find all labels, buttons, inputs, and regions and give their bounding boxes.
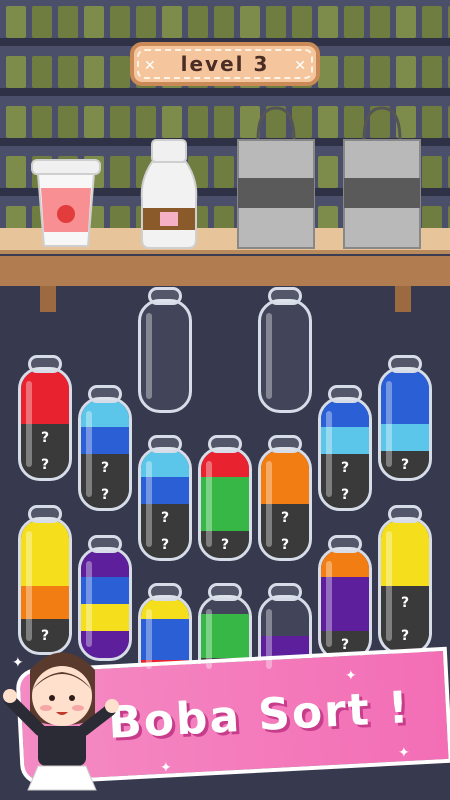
shelf-can	[422, 56, 442, 88]
counter-front	[0, 256, 450, 286]
bottle-gloss	[26, 381, 32, 467]
bottle-neck	[148, 435, 182, 453]
counter-leg	[40, 286, 56, 312]
bottle-gloss	[266, 461, 272, 547]
shelf-can	[32, 6, 52, 38]
shelf-can	[110, 56, 130, 88]
bottle-neck	[388, 505, 422, 523]
shelf-can	[396, 56, 416, 88]
bottle[interactable]: ??	[378, 505, 432, 655]
milk-tea-bottle-icon	[140, 139, 198, 249]
bottle-neck	[388, 355, 422, 373]
sparkle-icon: ✦	[398, 745, 410, 761]
bottle-gloss	[146, 609, 152, 669]
bottle-gloss	[86, 561, 92, 647]
bottle-gloss	[326, 561, 332, 647]
strawberry-cup-icon	[31, 159, 101, 247]
shelf-can	[188, 6, 208, 38]
shelf-can	[370, 6, 390, 38]
shelf-can	[6, 56, 26, 88]
bottle-gloss	[86, 411, 92, 497]
bottle-neck	[148, 583, 182, 601]
bottle[interactable]: ?	[198, 435, 252, 561]
bottle[interactable]: ??	[258, 435, 312, 561]
shelf-can	[344, 6, 364, 38]
bottle-gloss	[26, 531, 32, 641]
shelf-can	[344, 56, 364, 88]
star-icon: ✕	[294, 58, 306, 74]
shelf-can	[370, 56, 390, 88]
bottle[interactable]: ??	[138, 435, 192, 561]
shelf-can	[84, 56, 104, 88]
shopping-bag-icon	[237, 106, 315, 249]
bottle-neck	[28, 355, 62, 373]
bottle-gloss	[326, 411, 332, 497]
bottle[interactable]: ??	[318, 385, 372, 511]
shelf-can	[6, 6, 26, 38]
bottle-gloss	[266, 313, 272, 399]
sparkle-icon: ✦	[160, 760, 172, 776]
bottle-neck	[208, 435, 242, 453]
shelf-can	[32, 56, 52, 88]
shelf-can	[58, 56, 78, 88]
bottle-neck	[268, 435, 302, 453]
bottle[interactable]: ??	[78, 385, 132, 511]
shelf-can	[136, 6, 156, 38]
bottle-neck	[268, 287, 302, 305]
bottle-neck	[88, 535, 122, 553]
shelf-can	[266, 6, 286, 38]
shelf-can	[162, 6, 182, 38]
shelf-can	[318, 56, 338, 88]
bottle[interactable]: ??	[18, 355, 72, 481]
bottle-neck	[88, 385, 122, 403]
shelf-can	[84, 6, 104, 38]
bottle-neck	[328, 385, 362, 403]
girl-mascot-icon	[3, 652, 119, 791]
bottle-gloss	[386, 531, 392, 641]
bottle-gloss	[146, 461, 152, 547]
shelf-can	[396, 6, 416, 38]
bottle-neck	[208, 583, 242, 601]
shelf-can	[318, 6, 338, 38]
shelf-can	[240, 6, 260, 38]
bottle[interactable]	[138, 287, 192, 413]
star-icon: ✕	[144, 58, 156, 74]
bottle-neck	[28, 505, 62, 523]
bottle-gloss	[386, 381, 392, 467]
bottle-neck	[148, 287, 182, 305]
shelf-can	[58, 6, 78, 38]
level-badge: ✕ level 3 ✕	[130, 42, 320, 86]
sparkle-icon: ✦	[345, 668, 357, 684]
bottle-gloss	[266, 609, 272, 669]
level-label: level 3	[180, 52, 270, 76]
bottle-gloss	[206, 461, 212, 547]
counter-leg	[395, 286, 411, 312]
shelf-can	[110, 6, 130, 38]
counter-items	[31, 106, 421, 249]
bottle-neck	[268, 583, 302, 601]
bottle[interactable]: ?	[318, 535, 372, 661]
bottle-gloss	[146, 313, 152, 399]
shelf-can	[214, 6, 234, 38]
bottle-gloss	[206, 609, 212, 669]
bottle[interactable]	[258, 287, 312, 413]
shopping-bag-icon	[343, 106, 421, 249]
shelf-can	[422, 6, 442, 38]
bottle[interactable]: ?	[378, 355, 432, 481]
bottle-neck	[328, 535, 362, 553]
shelf-can	[292, 6, 312, 38]
